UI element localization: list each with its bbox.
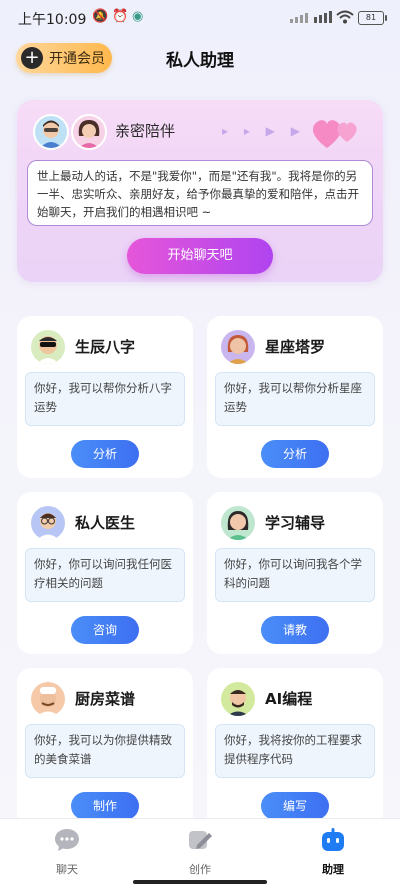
card-title: 厨房菜谱 [75, 690, 136, 708]
feature-card-doctor[interactable]: 私人医生 你好，你可以询问我任何医疗相关的问题 咨询 [17, 492, 193, 654]
card-description: 你好，我将按你的工程要求提供程序代码 [215, 724, 375, 778]
alarm-icon: ⏰ [112, 9, 129, 24]
feature-card-tarot[interactable]: 星座塔罗 你好，我可以帮你分析星座运势 分析 [207, 316, 383, 478]
analyze-tarot-button[interactable]: 分析 [261, 440, 329, 468]
companion-title: 亲密陪伴 [115, 122, 176, 140]
pen-icon [189, 831, 212, 849]
study-avatar-icon [221, 506, 255, 540]
analyze-bazi-button[interactable]: 分析 [71, 440, 139, 468]
page-title: 私人助理 [166, 51, 234, 71]
male-avatar-icon [33, 114, 69, 150]
feature-card-bazi[interactable]: 生辰八字 你好，我可以帮你分析八字运势 分析 [17, 316, 193, 478]
tab-assistant[interactable]: 助理 [293, 827, 373, 877]
mute-icon: 🔕 [92, 9, 109, 24]
consult-doctor-button[interactable]: 咨询 [71, 616, 139, 644]
coder-avatar-icon [221, 682, 255, 716]
start-chat-button[interactable]: 开始聊天吧 [127, 238, 273, 274]
companion-message: 世上最动人的话，不是"我爱你"，而是"还有我"。我将是你的另一半、忠实听众、亲朋… [27, 160, 373, 226]
chef-avatar-icon [31, 682, 65, 716]
female-avatar-icon [71, 114, 107, 150]
card-description: 你好，我可以帮你分析八字运势 [25, 372, 185, 426]
signal-icon [290, 11, 332, 23]
card-description: 你好，你可以询问我任何医疗相关的问题 [25, 548, 185, 602]
tab-create-label: 创作 [189, 863, 211, 876]
robot-icon [322, 828, 344, 851]
card-description: 你好，我可以为你提供精致的美食菜谱 [25, 724, 185, 778]
card-title: 星座塔罗 [265, 338, 326, 356]
chat-icon [55, 829, 79, 851]
tab-chat-label: 聊天 [56, 863, 78, 876]
status-time: 上午10:09 [18, 12, 87, 28]
card-title: 私人医生 [75, 514, 136, 532]
make-recipe-button[interactable]: 制作 [71, 792, 139, 820]
card-title: 生辰八字 [75, 338, 136, 356]
card-description: 你好，我可以帮你分析星座运势 [215, 372, 375, 426]
arrow-decoration-icon: ▸ ▸ ▶ ▶ [222, 124, 306, 138]
status-bar: 上午10:09 🔕 ⏰ ◉ 81 [0, 0, 400, 36]
hearts-icon [312, 120, 357, 148]
feature-card-study[interactable]: 学习辅导 你好，你可以询问我各个学科的问题 请教 [207, 492, 383, 654]
home-indicator [133, 880, 267, 884]
card-title: 学习辅导 [265, 514, 326, 532]
doctor-avatar-icon [31, 506, 65, 540]
wifi-icon [336, 10, 354, 24]
companion-card: 亲密陪伴 ▸ ▸ ▶ ▶ 世上最动人的话，不是"我爱你"，而是"还有我"。我将是… [17, 100, 383, 282]
tab-assistant-label: 助理 [322, 863, 344, 876]
bazi-avatar-icon [31, 330, 65, 364]
ask-tutor-button[interactable]: 请教 [261, 616, 329, 644]
app-notification-icon: ◉ [132, 9, 144, 24]
card-description: 你好，你可以询问我各个学科的问题 [215, 548, 375, 602]
tab-create[interactable]: 创作 [160, 827, 240, 877]
tarot-avatar-icon [221, 330, 255, 364]
card-title: AI编程 [265, 690, 313, 708]
tab-chat[interactable]: 聊天 [27, 827, 107, 877]
write-code-button[interactable]: 编写 [261, 792, 329, 820]
battery-icon: 81 [358, 11, 387, 25]
feature-card-coding[interactable]: AI编程 你好，我将按你的工程要求提供程序代码 编写 [207, 668, 383, 830]
feature-card-recipe[interactable]: 厨房菜谱 你好，我可以为你提供精致的美食菜谱 制作 [17, 668, 193, 830]
